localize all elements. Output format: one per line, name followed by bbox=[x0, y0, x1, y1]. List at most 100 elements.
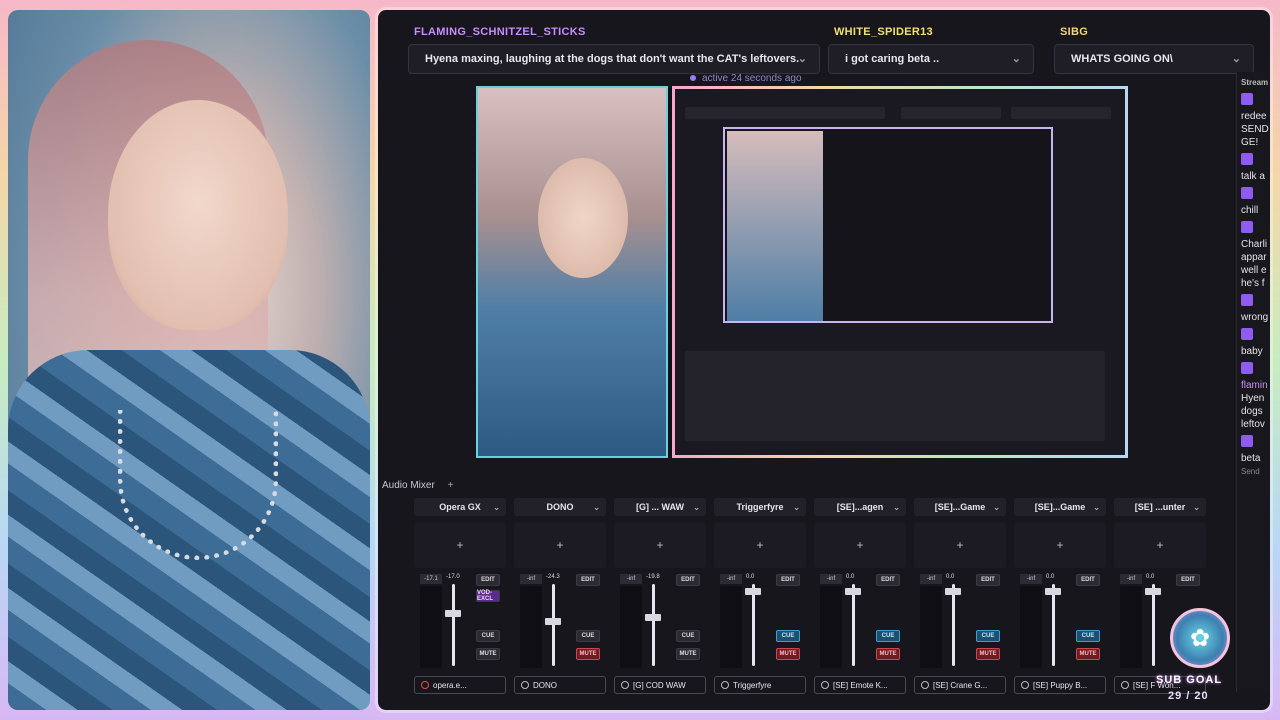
source-selector[interactable]: Triggerfyre bbox=[714, 676, 806, 694]
alert-message-3[interactable]: WHATS GOING ON\ ⌄ bbox=[1054, 44, 1254, 74]
chevron-down-icon[interactable]: ⌄ bbox=[798, 52, 807, 65]
source-selector[interactable]: opera.e... bbox=[414, 676, 506, 694]
alert-message-2[interactable]: i got caring beta .. ⌄ bbox=[828, 44, 1034, 74]
volume-fader-knob[interactable] bbox=[1145, 588, 1161, 595]
window-icon bbox=[621, 681, 629, 689]
volume-fader-knob[interactable] bbox=[445, 610, 461, 617]
chat-line: redee bbox=[1241, 111, 1267, 122]
volume-fader-knob[interactable] bbox=[845, 588, 861, 595]
edit-button[interactable]: EDIT bbox=[576, 574, 600, 586]
volume-fader-track[interactable] bbox=[852, 584, 855, 666]
source-selector[interactable]: [SE] Crane G... bbox=[914, 676, 1006, 694]
chat-send-hint[interactable]: Send bbox=[1237, 465, 1270, 478]
cue-button[interactable]: CUE bbox=[876, 630, 900, 642]
edit-button[interactable]: EDIT bbox=[776, 574, 800, 586]
volume-fader-knob[interactable] bbox=[745, 588, 761, 595]
add-filter-button[interactable]: + bbox=[414, 522, 506, 568]
scene-preview[interactable] bbox=[476, 86, 1128, 458]
chevron-down-icon[interactable]: ⌄ bbox=[1232, 52, 1241, 65]
chevron-down-icon[interactable]: ⌄ bbox=[1012, 52, 1021, 65]
cue-button[interactable]: CUE bbox=[976, 630, 1000, 642]
add-filter-button[interactable]: + bbox=[714, 522, 806, 568]
cue-button[interactable]: CUE bbox=[776, 630, 800, 642]
mute-button[interactable]: MUTE bbox=[576, 648, 600, 660]
channel-header[interactable]: [SE]...agen ⌄ bbox=[814, 498, 906, 516]
cue-button[interactable]: CUE bbox=[1076, 630, 1100, 642]
cue-button[interactable]: CUE bbox=[676, 630, 700, 642]
fader-value: 0.0 bbox=[946, 574, 955, 580]
mixer-channel: [SE]...agen ⌄ + -inf 0.0 EDIT CUE MUTE [S… bbox=[814, 498, 906, 694]
chat-line: talk a bbox=[1241, 171, 1265, 182]
volume-fader-track[interactable] bbox=[1052, 584, 1055, 666]
vod-exclude-badge[interactable]: VOD-EXCL bbox=[476, 590, 500, 602]
add-filter-button[interactable]: + bbox=[1114, 522, 1206, 568]
mute-button[interactable]: MUTE bbox=[1076, 648, 1100, 660]
volume-fader-track[interactable] bbox=[452, 584, 455, 666]
chat-line: well e bbox=[1241, 265, 1267, 276]
source-selector[interactable]: [G] COD WAW bbox=[614, 676, 706, 694]
add-filter-button[interactable]: + bbox=[614, 522, 706, 568]
alert-message-text-1: Hyena maxing, laughing at the dogs that … bbox=[425, 53, 800, 65]
channel-header[interactable]: [G] ... WAW ⌄ bbox=[614, 498, 706, 516]
volume-fader-track[interactable] bbox=[752, 584, 755, 666]
add-filter-button[interactable]: + bbox=[1014, 522, 1106, 568]
add-filter-button[interactable]: + bbox=[814, 522, 906, 568]
chevron-down-icon[interactable]: ⌄ bbox=[993, 503, 1000, 512]
edit-button[interactable]: EDIT bbox=[676, 574, 700, 586]
channel-header[interactable]: Opera GX ⌄ bbox=[414, 498, 506, 516]
cue-button[interactable]: CUE bbox=[476, 630, 500, 642]
volume-fader-track[interactable] bbox=[652, 584, 655, 666]
chevron-down-icon[interactable]: ⌄ bbox=[1193, 503, 1200, 512]
channel-header[interactable]: [SE] ...unter ⌄ bbox=[1114, 498, 1206, 516]
chevron-down-icon[interactable]: ⌄ bbox=[1093, 503, 1100, 512]
mini-nested-preview bbox=[723, 127, 1053, 323]
edit-button[interactable]: EDIT bbox=[976, 574, 1000, 586]
volume-fader-knob[interactable] bbox=[945, 588, 961, 595]
source-name: DONO bbox=[533, 680, 557, 690]
chat-header: Stream bbox=[1241, 78, 1269, 87]
chat-line: beta bbox=[1241, 453, 1261, 464]
channel-name: DONO bbox=[546, 502, 574, 512]
volume-fader-knob[interactable] bbox=[1045, 588, 1061, 595]
mini-alert-bar bbox=[685, 107, 885, 119]
channel-controls: -inf -24.3 EDIT CUE MUTE bbox=[514, 574, 606, 670]
mute-button[interactable]: MUTE bbox=[476, 648, 500, 660]
edit-button[interactable]: EDIT bbox=[1176, 574, 1200, 586]
source-selector[interactable]: [SE] Emote K... bbox=[814, 676, 906, 694]
alert-message-1[interactable]: Hyena maxing, laughing at the dogs that … bbox=[408, 44, 820, 74]
chevron-down-icon[interactable]: ⌄ bbox=[893, 503, 900, 512]
channel-header[interactable]: [SE]...Game ⌄ bbox=[1014, 498, 1106, 516]
channel-header[interactable]: [SE]...Game ⌄ bbox=[914, 498, 1006, 516]
chevron-down-icon[interactable]: ⌄ bbox=[693, 503, 700, 512]
chat-line: GE! bbox=[1241, 137, 1259, 148]
mute-button[interactable]: MUTE bbox=[676, 648, 700, 660]
volume-meter bbox=[720, 586, 742, 668]
chevron-down-icon[interactable]: ⌄ bbox=[793, 503, 800, 512]
volume-fader-track[interactable] bbox=[1152, 584, 1155, 666]
mute-button[interactable]: MUTE bbox=[776, 648, 800, 660]
mute-button[interactable]: MUTE bbox=[876, 648, 900, 660]
edit-button[interactable]: EDIT bbox=[876, 574, 900, 586]
volume-fader-knob[interactable] bbox=[645, 614, 661, 621]
volume-meter bbox=[1020, 586, 1042, 668]
chevron-down-icon[interactable]: ⌄ bbox=[493, 503, 500, 512]
chevron-down-icon[interactable]: ⌄ bbox=[593, 503, 600, 512]
chat-panel: Stream redee SEND GE! talk a chill Charl… bbox=[1236, 72, 1270, 692]
edit-button[interactable]: EDIT bbox=[1076, 574, 1100, 586]
volume-fader-track[interactable] bbox=[552, 584, 555, 666]
cue-button[interactable]: CUE bbox=[576, 630, 600, 642]
channel-header[interactable]: Triggerfyre ⌄ bbox=[714, 498, 806, 516]
add-icon[interactable]: + bbox=[448, 480, 454, 491]
channel-header[interactable]: DONO ⌄ bbox=[514, 498, 606, 516]
source-selector[interactable]: [SE] Puppy B... bbox=[1014, 676, 1106, 694]
volume-fader-track[interactable] bbox=[952, 584, 955, 666]
volume-meter bbox=[420, 586, 442, 668]
chat-line: he's f bbox=[1241, 278, 1265, 289]
edit-button[interactable]: EDIT bbox=[476, 574, 500, 586]
audio-mixer-title: Audio Mixer bbox=[382, 480, 435, 491]
mute-button[interactable]: MUTE bbox=[976, 648, 1000, 660]
add-filter-button[interactable]: + bbox=[914, 522, 1006, 568]
source-selector[interactable]: DONO bbox=[514, 676, 606, 694]
add-filter-button[interactable]: + bbox=[514, 522, 606, 568]
volume-fader-knob[interactable] bbox=[545, 618, 561, 625]
